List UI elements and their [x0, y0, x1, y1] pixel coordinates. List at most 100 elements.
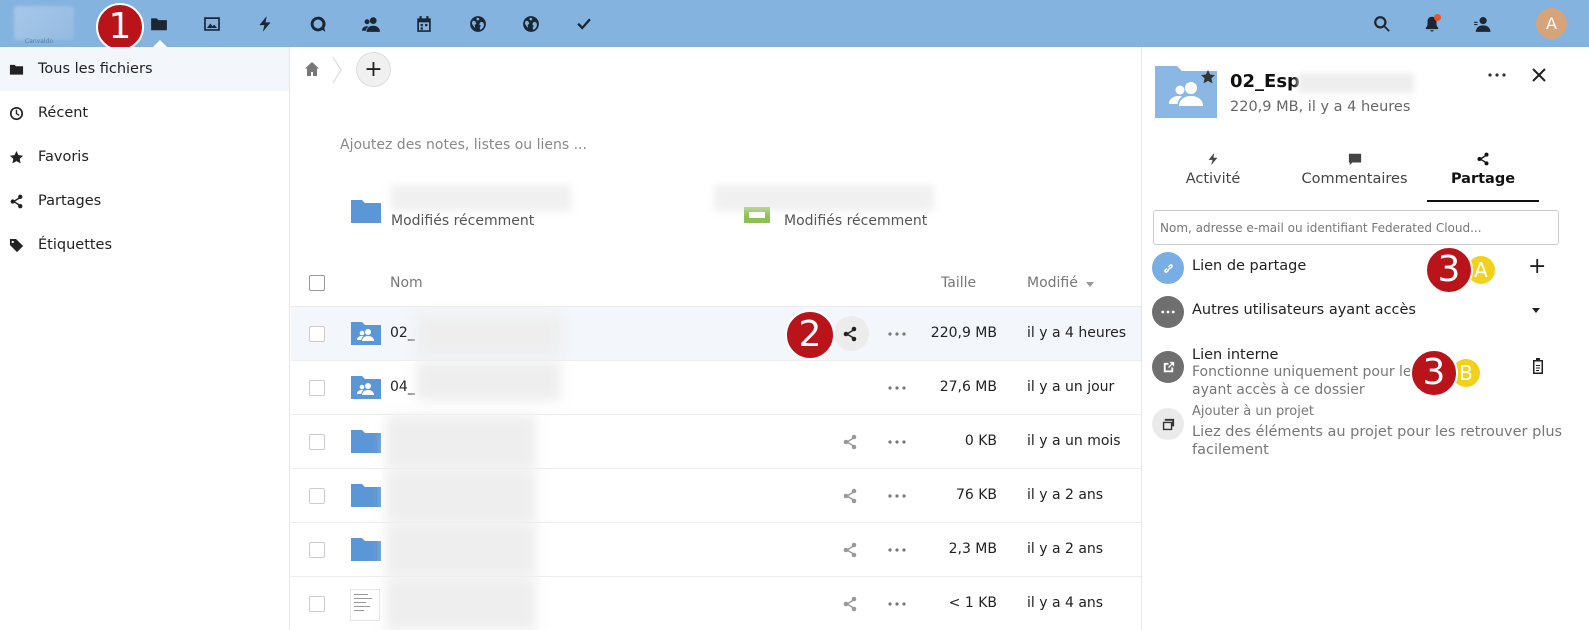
talk-icon[interactable] [302, 8, 334, 40]
column-size[interactable]: Taille [941, 275, 976, 291]
files-icon[interactable] [143, 8, 175, 40]
home-icon[interactable] [304, 61, 320, 77]
favorite-star-icon[interactable] [1200, 69, 1216, 85]
star-icon [9, 150, 24, 163]
column-modified[interactable]: Modifié [1027, 275, 1078, 291]
share-link-row[interactable]: Lien de partage + [1152, 252, 1572, 286]
sidebar-item-recent[interactable]: Récent [0, 91, 289, 135]
more-icon[interactable] [888, 332, 906, 336]
row-checkbox[interactable] [309, 326, 325, 342]
more-icon[interactable] [888, 386, 906, 390]
top-header: Canvaldo A [0, 0, 1589, 47]
share-icon[interactable] [842, 542, 858, 558]
file-modified: il y a 4 heures [1027, 325, 1127, 341]
others-with-access-row[interactable]: Autres utilisateurs ayant accès [1152, 296, 1572, 330]
table-row[interactable]: 0 KB il y a un mois [291, 415, 1141, 469]
tasks-icon[interactable] [568, 8, 600, 40]
more-icon[interactable] [888, 494, 906, 498]
clock-icon [9, 106, 24, 120]
logo[interactable] [14, 6, 74, 40]
link-icon [1152, 252, 1184, 284]
tab-comments[interactable]: Commentaires [1277, 152, 1432, 202]
add-project-row[interactable]: Ajouter à un projet Liez des éléments au… [1152, 404, 1572, 464]
globe-icon-2[interactable] [515, 8, 547, 40]
tab-sharing[interactable]: Partage [1427, 152, 1539, 202]
table-row[interactable]: 02_ 220,9 MB il y a 4 heures [291, 307, 1141, 361]
add-share-link-button[interactable]: + [1528, 254, 1546, 279]
more-icon[interactable] [888, 440, 906, 444]
clipboard-icon[interactable] [1530, 357, 1546, 375]
redacted-name [386, 469, 536, 523]
sidebar-item-shares[interactable]: Partages [0, 179, 289, 223]
sidebar-item-favorites[interactable]: Favoris [0, 135, 289, 179]
recent-widget-1[interactable]: Modifiés récemment [351, 185, 611, 235]
sidebar: Tous les fichiers Récent Favoris Partage… [0, 47, 290, 630]
table-row[interactable]: < 1 KB il y a 4 ans [291, 577, 1141, 630]
folder-icon [351, 484, 381, 507]
activity-icon[interactable] [249, 8, 281, 40]
comment-icon [1348, 153, 1361, 166]
notifications-icon[interactable] [1416, 8, 1448, 40]
share-icon [1477, 152, 1489, 166]
close-icon[interactable] [1530, 66, 1548, 84]
globe-icon[interactable] [462, 8, 494, 40]
tab-activity[interactable]: Activité [1155, 152, 1271, 202]
table-row[interactable]: 2,3 MB il y a 2 ans [291, 523, 1141, 577]
others-label: Autres utilisateurs ayant accès [1192, 302, 1416, 318]
file-list-area: + Ajoutez des notes, listes ou liens ...… [291, 47, 1141, 630]
breadcrumb-separator [332, 56, 342, 84]
share-icon[interactable] [842, 596, 858, 612]
tag-icon [9, 238, 24, 252]
contacts-menu-icon[interactable] [1466, 8, 1498, 40]
share-icon[interactable] [842, 488, 858, 504]
file-size: 2,3 MB [948, 541, 997, 557]
project-desc-2: facilement [1192, 442, 1269, 458]
notes-placeholder[interactable]: Ajoutez des notes, listes ou liens ... [340, 137, 587, 153]
calendar-icon[interactable] [408, 8, 440, 40]
folder-icon [351, 200, 381, 223]
tab-label: Commentaires [1301, 171, 1408, 187]
sidebar-item-tags[interactable]: Étiquettes [0, 223, 289, 267]
redacted-name [386, 523, 536, 577]
callout-3b: 3 [1410, 349, 1458, 397]
column-name[interactable]: Nom [390, 275, 423, 291]
share-icon[interactable] [842, 326, 858, 342]
document-icon [350, 589, 380, 621]
add-new-button[interactable]: + [356, 52, 391, 87]
sidebar-item-label: Tous les fichiers [38, 61, 153, 77]
file-size: 220,9 MB [930, 325, 997, 341]
chevron-down-icon[interactable] [1532, 308, 1540, 314]
row-checkbox[interactable] [309, 596, 325, 612]
file-name[interactable]: 04_ [390, 379, 415, 395]
sharing-sidebar: 02_Esp 220,9 MB, il y a 4 heures Activit… [1141, 47, 1589, 630]
file-name[interactable]: 02_ [390, 325, 415, 341]
recent-name-redacted [714, 185, 934, 211]
shared-folder-icon [351, 322, 381, 345]
row-checkbox[interactable] [309, 434, 325, 450]
share-icon [10, 194, 23, 208]
recent-widget-2[interactable]: Modifiés récemment [714, 185, 1004, 235]
share-icon[interactable] [842, 434, 858, 450]
folder-icon [351, 430, 381, 453]
panel-title: 02_Esp [1230, 71, 1300, 92]
file-size: 0 KB [964, 433, 997, 449]
table-row[interactable]: 76 KB il y a 2 ans [291, 469, 1141, 523]
recent-name-redacted [391, 185, 571, 211]
photos-icon[interactable] [196, 8, 228, 40]
row-checkbox[interactable] [309, 488, 325, 504]
contacts-icon[interactable] [355, 8, 387, 40]
sidebar-item-label: Récent [38, 105, 89, 121]
share-with-input[interactable]: Nom, adresse e-mail ou identifiant Feder… [1153, 210, 1559, 245]
row-checkbox[interactable] [309, 380, 325, 396]
search-icon[interactable] [1366, 8, 1398, 40]
user-avatar[interactable]: A [1536, 8, 1567, 39]
file-size: < 1 KB [948, 595, 997, 611]
select-all-checkbox[interactable] [309, 275, 325, 291]
sidebar-item-all-files[interactable]: Tous les fichiers [0, 47, 289, 91]
more-icon[interactable] [1488, 73, 1506, 77]
project-title: Ajouter à un projet [1192, 404, 1314, 419]
more-icon[interactable] [888, 602, 906, 606]
more-icon[interactable] [888, 548, 906, 552]
row-checkbox[interactable] [309, 542, 325, 558]
table-row[interactable]: 04_ 27,6 MB il y a un jour [291, 361, 1141, 415]
